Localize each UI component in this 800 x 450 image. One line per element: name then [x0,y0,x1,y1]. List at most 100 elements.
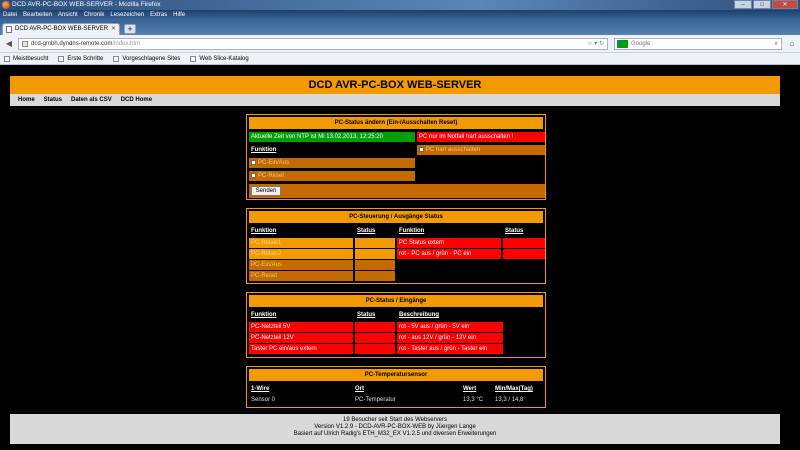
col-minmax-header: Min/Max(Tag) [495,386,533,392]
col-place-header: Ort [355,386,364,392]
bookmarks-toolbar: Meistbesucht Erste Schritte Vorgeschlage… [0,53,800,65]
url-host: dcd-gmbh.dyndns-remote.com [31,41,113,47]
tab-active[interactable]: DCD AVR-PC-BOX WEB-SERVER ✕ [2,23,120,35]
nav-dcd-home[interactable]: DCD Home [121,94,152,106]
search-input[interactable]: G Google ⌕ [614,38,782,50]
bookmark-page-icon [190,55,197,62]
nav-home[interactable]: Home [18,94,35,106]
pc-reset-option[interactable]: PC-Reset [249,171,415,181]
menu-bar: Datei Bearbeiten Ansicht Chronik Lesezei… [0,10,800,21]
top-navigation: Home Status Daten als CSV DCD Home [10,94,780,106]
page-icon [6,26,12,33]
output-status [355,271,395,281]
col-value-header: Wert [463,386,477,392]
visitor-count: 19 Besucher seit Start des Webservers [343,417,447,423]
url-bar[interactable]: dcd-gmbh.dyndns-remote.com/index.htm ☆ ▾… [18,38,608,50]
output-status [355,260,395,270]
tab-bar: DCD AVR-PC-BOX WEB-SERVER ✕ + [0,21,800,35]
bookmark-page-icon [113,55,120,62]
close-icon[interactable]: ✕ [772,0,798,9]
function-header: Funktion [251,147,277,153]
sensor-value: 13,3 °C [463,397,484,403]
page-title: DCD AVR-PC-BOX WEB-SERVER [10,76,780,94]
maximize-icon[interactable]: □ [753,0,771,9]
credits: Basiert auf Ulrich Radig's ETH_M32_EX V1… [293,431,497,437]
nav-status[interactable]: Status [44,94,62,106]
panel-title: PC-Temperatursensor [249,369,543,381]
tab-close-icon[interactable]: ✕ [111,24,116,35]
menu-bearbeiten[interactable]: Bearbeiten [22,10,53,21]
tab-title: DCD AVR-PC-BOX WEB-SERVER [15,26,109,32]
pc-status-extern: PC Status extern [397,238,501,248]
bookmark-star-icon[interactable]: ☆ ▾ ↻ [587,39,604,49]
bookmark-page-icon [58,55,65,62]
checkbox-icon[interactable] [251,173,256,178]
col-status-header: Status [505,228,524,234]
menu-hilfe[interactable]: Hilfe [172,10,186,21]
panel-title: PC-Status / Eingänge [249,295,543,307]
menu-ansicht[interactable]: Ansicht [57,10,79,21]
panel-inputs: PC-Status / Eingänge Funktion Status Bes… [246,292,546,358]
window-titlebar: DCD AVR-PC-BOX WEB-SERVER - Mozilla Fire… [0,0,800,10]
page-content: DCD AVR-PC-BOX WEB-SERVER Home Status Da… [0,66,800,450]
minimize-icon[interactable]: – [734,0,752,9]
bookmark-vorgeschlagene-sites[interactable]: Vorgeschlagene Sites [113,53,180,64]
navigation-bar: ◀ dcd-gmbh.dyndns-remote.com/index.htm ☆… [0,35,800,53]
input-description: rot - aus 12V / grün - 12V ein [397,333,503,343]
col-function-header: Funktion [399,228,425,234]
col-status-header: Status [357,228,376,234]
menu-chronik[interactable]: Chronik [83,10,106,21]
input-status [355,322,395,332]
panel-title: PC-Status ändern (Ein-/Ausschalten Reset… [249,117,543,129]
send-row [249,184,545,198]
input-description: rot - 5V aus / grün - 5V ein [397,322,503,332]
search-icon[interactable]: ⌕ [775,39,778,49]
panel-outputs: PC-Steuerung / Ausgänge Status Funktion … [246,208,546,284]
output-pc-reset: PC-Reset [249,271,353,281]
site-identity-icon [22,41,28,47]
home-icon[interactable]: ⌂ [786,38,798,50]
menu-lesezeichen[interactable]: Lesezeichen [109,10,145,21]
version-info: Version V1.2.9 - DCD-AVR-PC-BOX-WEB by J… [314,424,476,430]
current-time: Aktuelle Zeit von NTP ist Mi 13.02.2013,… [249,132,415,142]
bookmark-meistbesucht[interactable]: Meistbesucht [4,53,48,64]
pc-status-legend: rot - PC aus / grün - PC ein [397,249,501,259]
sensor-minmax: 13,3 / 14,8 [495,397,524,403]
output-status [355,249,395,259]
sensor-place: PC-Temperatur [355,397,396,403]
back-icon[interactable]: ◀ [3,38,15,50]
input-status [355,333,395,343]
url-path: /index.htm [112,41,141,47]
input-taster-pc: Taster PC ein/aus extern [249,344,353,354]
col-function-header: Funktion [251,228,277,234]
menu-extras[interactable]: Extras [149,10,168,21]
search-placeholder: Google [631,41,651,47]
input-netzteil-12v: PC-Netzteil 12V [249,333,353,343]
firefox-logo-icon [2,1,10,9]
checkbox-icon[interactable] [419,147,424,152]
hard-off-option[interactable]: PC hart ausschalten [417,145,545,155]
page-footer: 19 Besucher seit Start des Webservers Ve… [10,414,780,444]
input-status [355,344,395,354]
nav-csv[interactable]: Daten als CSV [71,94,112,106]
window-controls: – □ ✕ [734,0,798,10]
bookmark-erste-schritte[interactable]: Erste Schritte [58,53,103,64]
google-icon: G [617,40,628,48]
panel-title: PC-Steuerung / Ausgänge Status [249,211,543,223]
input-description: rot - Taster aus / grün - Taster ein [397,344,503,354]
input-netzteil-5v: PC-Netzteil 5V [249,322,353,332]
checkbox-icon[interactable] [251,160,256,165]
output-status [355,238,395,248]
window-title: DCD AVR-PC-BOX WEB-SERVER - Mozilla Fire… [12,1,161,8]
col-description-header: Beschreibung [399,312,440,318]
new-tab-icon[interactable]: + [124,24,136,34]
pc-on-off-option[interactable]: PC-Ein/Aus [249,158,415,168]
col-function-header: Funktion [251,312,277,318]
send-button[interactable]: Senden [251,186,281,196]
pc-status-extern-value [503,238,545,248]
bookmark-web-slice-katalog[interactable]: Web Slice-Katalog [190,53,249,64]
output-relais2: PC-Relais2 [249,249,353,259]
menu-datei[interactable]: Datei [2,10,18,21]
panel-temperature: PC-Temperatursensor 1-Wire Ort Wert Min/… [246,366,546,408]
output-relais1: PC-Relais1 [249,238,353,248]
